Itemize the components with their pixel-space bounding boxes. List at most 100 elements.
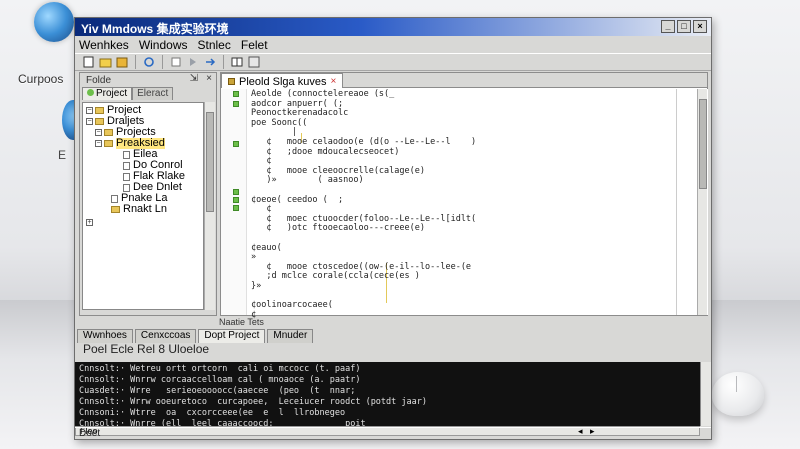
step-icon[interactable] xyxy=(203,56,217,69)
fold-marker[interactable] xyxy=(233,197,239,203)
close-button[interactable]: × xyxy=(693,20,707,33)
code-line: ;d mclce corale(ccla(cece(es ) xyxy=(251,271,420,282)
project-icon xyxy=(87,89,94,96)
tree-scrollbar[interactable] xyxy=(204,102,215,310)
code-line: ¢ )otc ftooecaoloo---creee(e) xyxy=(251,223,425,234)
tree-item[interactable]: Rnakt Ln xyxy=(83,204,203,215)
fold-marker[interactable] xyxy=(233,189,239,195)
folder-icon xyxy=(95,107,104,114)
code-editor: Pleold Slga kuves × Aeolde (connoctelere… xyxy=(220,72,708,319)
close-icon[interactable]: × xyxy=(330,76,336,87)
file-icon xyxy=(123,150,130,159)
computer-mouse xyxy=(712,372,764,416)
folder-icon xyxy=(111,206,120,213)
editor-scrollbar[interactable] xyxy=(697,89,707,315)
status-bar: Doet xyxy=(75,427,711,439)
fold-marker[interactable] xyxy=(233,91,239,97)
fold-marker[interactable] xyxy=(233,101,239,107)
tab-eleract[interactable]: Eleract xyxy=(132,87,174,100)
menu-item[interactable]: Windows xyxy=(139,38,188,52)
editor-status-note: Naatie Tets xyxy=(219,317,264,327)
menu-item[interactable]: Wenhkes xyxy=(79,38,129,52)
tree-item[interactable]: + xyxy=(83,217,203,228)
editor-gutter xyxy=(221,89,247,315)
fold-marker[interactable] xyxy=(233,141,239,147)
collapse-toggle[interactable]: − xyxy=(95,140,102,147)
tab-editor-file[interactable]: Pleold Slga kuves × xyxy=(221,73,344,88)
collapse-toggle[interactable]: − xyxy=(86,118,93,125)
project-tree: − Project − Draljets − Projects − Preaksied … xyxy=(82,102,204,310)
panel-header: Folde ⇲ × xyxy=(80,73,216,87)
code-area[interactable]: Aeolde (connoctelereaoe (s(_ aodcor anpu… xyxy=(251,89,591,320)
tab-label: Project xyxy=(96,88,128,99)
save-icon[interactable] xyxy=(115,56,129,69)
code-line: ¢ ;dooe mdoucalecseocet) xyxy=(251,146,400,157)
bottom-panel: Wwnhoes Cenxccoas Dopt Project Mnuder Po… xyxy=(75,329,711,439)
file-icon xyxy=(123,183,130,192)
desktop-icon-label[interactable]: Curpoos xyxy=(18,72,63,86)
console-line: Cnnsoni:· Wtrre oa cxcorcceee(ee e l llr… xyxy=(79,408,346,418)
expand-toggle[interactable]: + xyxy=(86,219,93,226)
run-icon[interactable] xyxy=(169,56,183,69)
build-icon[interactable] xyxy=(230,56,244,69)
code-line: }» xyxy=(251,280,262,291)
file-icon xyxy=(228,78,235,85)
tab-project[interactable]: Project xyxy=(82,87,133,100)
scroll-thumb[interactable] xyxy=(206,112,214,212)
toolbar-separator xyxy=(223,55,224,69)
code-line: )» ( aasnoo) xyxy=(251,175,364,186)
project-tabs: Project Eleract xyxy=(80,87,216,100)
console-line: Cnnsolt:· Wetreu ortt ortcorn cali oi mc… xyxy=(79,364,361,374)
collapse-toggle[interactable]: − xyxy=(95,129,102,136)
tree-item-label: Rnakt Ln xyxy=(123,203,168,215)
console-line: Cuasdet:· Wrre serieoeoooocc(aaecee (peo… xyxy=(79,386,356,396)
scroll-track xyxy=(698,99,707,199)
code-line: ¢oolinoarcocaee( xyxy=(251,300,333,311)
layout-icon[interactable] xyxy=(247,56,261,69)
code-line: poe Soonc(( xyxy=(251,117,308,128)
file-icon xyxy=(123,161,130,170)
tab-monitor[interactable]: Mnuder xyxy=(267,329,314,343)
menu-bar: Wenhkes Windows Stnlec Felet xyxy=(75,37,711,53)
refresh-icon[interactable] xyxy=(142,56,156,69)
menu-item[interactable]: Felet xyxy=(241,38,268,52)
console-output[interactable]: Cnnsolt:· Wetreu ortt ortcorn cali oi mc… xyxy=(75,362,700,429)
editor-tabs: Pleold Slga kuves × xyxy=(221,73,707,88)
globe-icon[interactable] xyxy=(34,2,74,42)
bottom-tabs: Wwnhoes Cenxccoas Dopt Project Mnuder xyxy=(75,329,711,343)
console-line: Cnnsolt:· Wnrrw corcaaccelloam cal ( mno… xyxy=(79,375,361,385)
window-title: Yiv Mmdows 集成实验环境 xyxy=(81,22,229,36)
file-icon xyxy=(123,172,130,181)
toolbar xyxy=(75,53,711,71)
folder-icon xyxy=(104,129,113,136)
open-icon[interactable] xyxy=(98,56,112,69)
maximize-button[interactable]: □ xyxy=(677,20,691,33)
minimize-button[interactable]: _ xyxy=(661,20,675,33)
code-line: ¢eauo( xyxy=(251,242,282,253)
output-title: Poel Ecle Rel 8 Uloeloe xyxy=(83,342,210,356)
fold-marker[interactable] xyxy=(233,205,239,211)
tab-console[interactable]: Cenxccoas xyxy=(134,329,197,343)
file-icon xyxy=(111,194,118,203)
close-icon[interactable]: × xyxy=(206,73,212,84)
code-line: ¢oeoe( ceedoo ( ; xyxy=(251,194,344,205)
ide-window: Yiv Mmdows 集成实验环境 _ □ × Wenhkes Windows … xyxy=(74,17,712,440)
console-scrollbar[interactable] xyxy=(700,362,711,426)
title-bar[interactable]: Yiv Mmdows 集成实验环境 _ □ × xyxy=(75,18,711,36)
tab-project[interactable]: Dopt Project xyxy=(198,329,266,343)
folder-icon xyxy=(95,118,104,125)
pin-icon[interactable]: ⇲ xyxy=(190,73,198,84)
desktop-icon-label: E xyxy=(58,148,67,162)
toolbar-separator xyxy=(135,55,136,69)
menu-item[interactable]: Stnlec xyxy=(198,38,231,52)
debug-icon[interactable] xyxy=(186,56,200,69)
tab-windows[interactable]: Wwnhoes xyxy=(77,329,133,343)
project-panel: Folde ⇲ × Project Eleract − Project − Dral… xyxy=(79,72,217,316)
collapse-toggle[interactable]: − xyxy=(86,107,93,114)
toolbar-separator xyxy=(162,55,163,69)
new-file-icon[interactable] xyxy=(81,56,95,69)
scroll-thumb[interactable] xyxy=(699,99,707,189)
panel-title: Folde xyxy=(86,74,112,86)
console-line: Cnnsolt:· Wrrw ooeuretoco curcapoee, Lec… xyxy=(79,397,427,407)
